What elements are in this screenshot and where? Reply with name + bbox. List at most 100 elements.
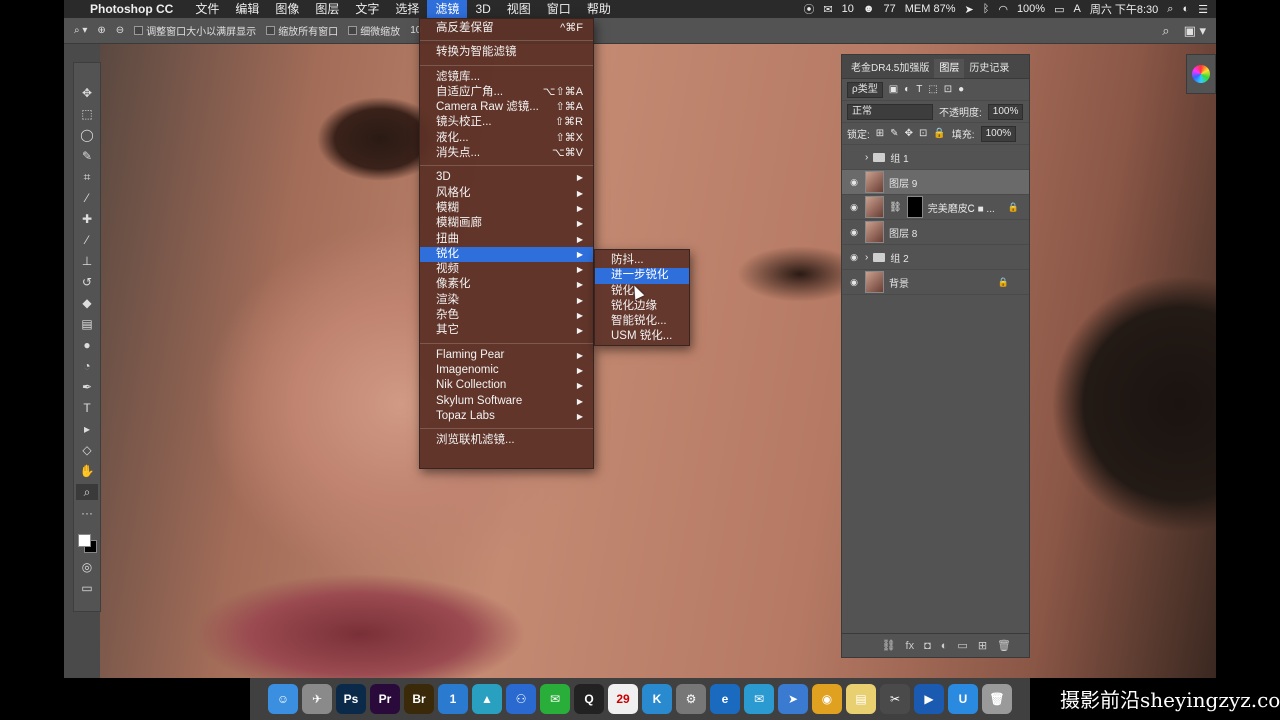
chevron-right-icon[interactable]: › [865,252,868,263]
tab-layers[interactable]: 图层 [934,59,965,78]
battery-icon[interactable]: ▭ [1054,3,1064,16]
layer-row-layer8[interactable]: ◉ 图层 8 [842,220,1029,245]
menu-item-render[interactable]: 渲染 ▶ [420,293,593,308]
eye-icon[interactable]: ◉ [848,252,860,263]
history-brush-icon[interactable]: ↺ [76,274,98,290]
dock-appstore-icon[interactable]: U [948,684,978,714]
dock-premiere-icon[interactable]: Pr [370,684,400,714]
adjustment-layer-icon[interactable]: ◐ [941,640,948,652]
hand-tool-icon[interactable]: ✋ [76,463,98,479]
submenu-item-smart-sharpen[interactable]: 智能锐化... [595,314,689,329]
screen-mode-icon[interactable]: ▭ [76,580,98,596]
dock-mail-icon[interactable]: ✉ [744,684,774,714]
menu-item-liquify[interactable]: 液化... ⇧⌘X [420,131,593,146]
submenu-item-unsharp-mask[interactable]: USM 锐化... [595,329,689,344]
menu-item-video[interactable]: 视频 ▶ [420,262,593,277]
filter-pixel-icon[interactable]: ▣ [889,84,898,95]
document-canvas[interactable] [100,44,1216,678]
eye-icon[interactable]: ◉ [848,227,860,238]
menu-item-skylum[interactable]: Skylum Software ▶ [420,394,593,409]
resize-windows-option[interactable]: 调整窗口大小以满屏显示 [134,23,256,38]
fx-icon[interactable]: fx [906,640,915,652]
filter-type-icon[interactable]: T [916,84,922,95]
menu-view[interactable]: 视图 [499,0,539,18]
resize-windows-checkbox[interactable] [134,26,144,35]
path-select-tool-icon[interactable]: ▸ [76,421,98,437]
menu-item-sharpen[interactable]: 锐化 ▶ [420,246,593,263]
quick-mask-icon[interactable]: ◎ [76,559,98,575]
eraser-tool-icon[interactable]: ◆ [76,295,98,311]
submenu-item-sharpen-more[interactable]: 进一步锐化 [595,268,689,284]
menu-item-other[interactable]: 其它 ▶ [420,323,593,338]
filter-shape-icon[interactable]: ⬚ [928,84,937,95]
menu-item-camera-raw[interactable]: Camera Raw 滤镜... ⇧⌘A [420,100,593,115]
kind-filter-select[interactable]: ρ类型 [847,81,883,98]
eye-icon[interactable]: ◉ [848,277,860,288]
layer-row-group1[interactable]: › 组 1 [842,145,1029,170]
lock-transparent-icon[interactable]: ⊞ [876,128,884,139]
crop-tool-icon[interactable]: ⌗ [76,169,98,185]
lock-position-icon[interactable]: ✥ [905,128,913,139]
lock-all-icon[interactable]: 🔒 [933,128,945,139]
quick-select-tool-icon[interactable]: ✎ [76,148,98,164]
color-wheel-icon[interactable] [1192,65,1210,83]
fill-input[interactable]: 100% [980,125,1017,142]
menu-3d[interactable]: 3D [467,0,498,18]
menu-item-distort[interactable]: 扭曲 ▶ [420,232,593,247]
menu-item-lens-correction[interactable]: 镜头校正... ⇧⌘R [420,115,593,130]
lock-artboard-icon[interactable]: ⊡ [919,128,927,139]
zoom-out-icon[interactable]: ⊖ [116,25,124,36]
clock[interactable]: 周六 下午8:30 [1090,1,1158,17]
chevron-right-icon[interactable]: › [865,152,868,163]
menu-layer[interactable]: 图层 [307,0,347,18]
link-layers-icon[interactable]: ⛓ [882,639,896,652]
dock-baidu-icon[interactable]: ⚇ [506,684,536,714]
wifi-icon[interactable]: ◠ [998,3,1008,16]
notification-icon[interactable]: ☰ [1198,3,1208,16]
scrubby-zoom-option[interactable]: 细微缩放 [348,23,400,38]
workspace-icon[interactable]: ▣ ▾ [1184,23,1206,39]
app-name[interactable]: Photoshop CC [90,2,173,16]
dock-player-icon[interactable]: ▶ [914,684,944,714]
zoom-tool-icon[interactable]: ⌕ [76,484,98,500]
submenu-item-sharpen-edges[interactable]: 锐化边缘 [595,299,689,314]
submenu-item-shake-reduction[interactable]: 防抖... [595,253,689,268]
dock-1password-icon[interactable]: 1 [438,684,468,714]
dock-chrome-icon[interactable]: ◉ [812,684,842,714]
menu-type[interactable]: 文字 [347,0,387,18]
shape-tool-icon[interactable]: ◇ [76,442,98,458]
dock-xcode-icon[interactable]: ✂ [880,684,910,714]
menu-item-vanishing-point[interactable]: 消失点... ⌥⌘V [420,146,593,161]
brush-tool-icon[interactable]: ⁄ [76,232,98,248]
input-source-icon[interactable]: A [1073,3,1080,15]
menu-item-blur[interactable]: 模糊 ▶ [420,201,593,216]
dock-photoshop-icon[interactable]: Ps [336,684,366,714]
dock-launchpad-icon[interactable]: ✈ [302,684,332,714]
menu-select[interactable]: 选择 [387,0,427,18]
zoom-all-checkbox[interactable] [266,26,276,35]
menu-item-adaptive-wide[interactable]: 自适应广角... ⌥⇧⌘A [420,85,593,100]
menu-item-topaz[interactable]: Topaz Labs ▶ [420,409,593,424]
dodge-tool-icon[interactable]: ◔ [76,358,98,374]
menu-item-flaming-pear[interactable]: Flaming Pear ▶ [420,348,593,363]
lock-pixels-icon[interactable]: ✎ [890,128,898,139]
menu-item-blur-gallery[interactable]: 模糊画廊 ▶ [420,216,593,231]
layer-mask-thumbnail[interactable] [906,196,923,218]
qq-status-icon[interactable]: ☻ [863,3,875,15]
foreground-color[interactable] [78,534,91,547]
menu-help[interactable]: 帮助 [579,0,619,18]
dock-bridge-icon[interactable]: Br [404,684,434,714]
healing-tool-icon[interactable]: ✚ [76,211,98,227]
menu-item-pixelate[interactable]: 像素化 ▶ [420,277,593,292]
pen-tool-icon[interactable]: ✒ [76,379,98,395]
menu-edit[interactable]: 编辑 [227,0,267,18]
type-tool-icon[interactable]: T [76,400,98,416]
add-mask-icon[interactable]: ◘ [924,640,931,652]
dock-qq-icon[interactable]: Q [574,684,604,714]
lasso-tool-icon[interactable]: ◯ [76,127,98,143]
layer-row-group2[interactable]: ◉ › 组 2 [842,245,1029,270]
new-group-icon[interactable]: ▭ [957,639,967,652]
dock-notes-icon[interactable]: ▤ [846,684,876,714]
dock-finder-icon[interactable]: ☺ [268,684,298,714]
scrubby-zoom-checkbox[interactable] [348,26,358,35]
